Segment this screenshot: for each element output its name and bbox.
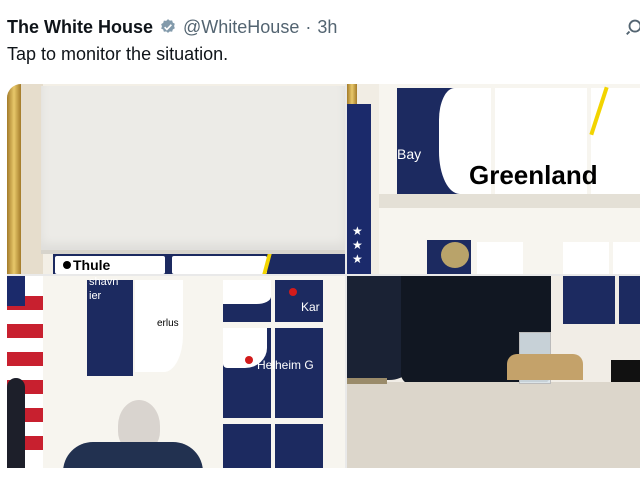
separator: · xyxy=(305,16,312,37)
phone xyxy=(611,360,640,382)
window-pane xyxy=(223,424,271,468)
tweet-text: Tap to monitor the situation. xyxy=(7,44,229,64)
us-flag: ★ ★ ★ xyxy=(347,104,371,274)
map-marker xyxy=(289,288,297,296)
handle[interactable]: @WhiteHouse xyxy=(183,17,299,38)
map-ice xyxy=(477,242,523,274)
timestamp[interactable]: 3h xyxy=(317,17,337,38)
photo-2[interactable]: ★ ★ ★ Bay Greenland xyxy=(347,84,640,274)
map-marker xyxy=(245,356,253,364)
suit-shoulders xyxy=(63,442,203,468)
map-marker xyxy=(63,261,71,269)
label-kar-top: Kar xyxy=(301,300,320,314)
gold-trim xyxy=(7,84,21,274)
label-shavn: shavn xyxy=(89,276,119,288)
desk-item xyxy=(347,378,387,384)
map-ice xyxy=(613,242,640,274)
label-helheim: Helheim G xyxy=(257,358,314,372)
map-ice xyxy=(563,242,609,274)
desk xyxy=(347,382,640,468)
tweet-header: The White House @WhiteHouse · 3h xyxy=(7,14,337,40)
label-greenland: Greenland xyxy=(469,160,598,190)
photo-3[interactable]: shavn ier erlus Kar Helheim G xyxy=(7,276,345,468)
label-erlus: erlus xyxy=(157,318,179,329)
label-thule: Thule xyxy=(73,257,111,273)
wall-panel xyxy=(21,84,43,274)
window-pane xyxy=(619,276,640,324)
projector-screen xyxy=(41,86,345,252)
map-ice xyxy=(223,280,271,304)
photo-1[interactable]: Thule xyxy=(7,84,345,274)
map-land xyxy=(172,256,267,274)
map-island xyxy=(441,242,469,268)
window-pane xyxy=(275,328,323,418)
photo-4[interactable] xyxy=(347,276,640,468)
label-ier: ier xyxy=(89,290,102,302)
desk-clock xyxy=(507,354,583,380)
display-name[interactable]: The White House xyxy=(7,17,153,38)
verified-badge-icon xyxy=(161,19,175,33)
window-pane xyxy=(563,276,615,324)
window-pane xyxy=(275,424,323,468)
label-bay: Bay xyxy=(397,146,422,162)
more-icon[interactable] xyxy=(624,16,640,38)
window-rail xyxy=(379,194,640,208)
media-grid[interactable]: Thule ★ ★ ★ Bay Greenland shavn ier erlu… xyxy=(7,84,640,468)
person-left xyxy=(7,378,25,468)
